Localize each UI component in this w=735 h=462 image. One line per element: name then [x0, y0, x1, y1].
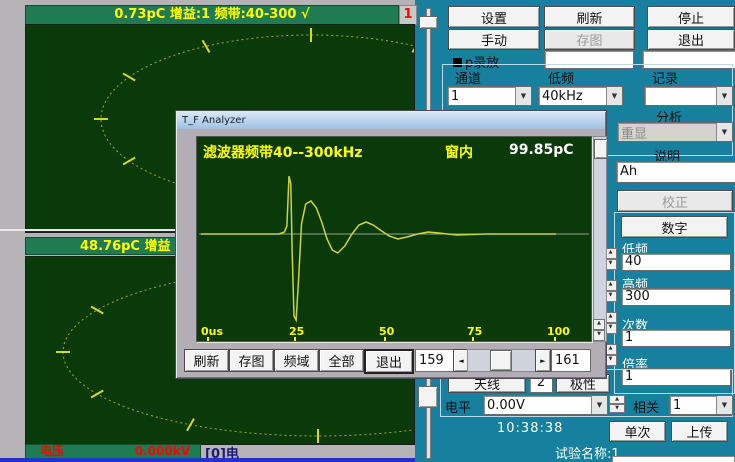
- clock: 10:38:38: [497, 421, 563, 436]
- channel-label: 通道: [455, 68, 481, 87]
- x-tickmark: [294, 337, 296, 341]
- stop-button[interactable]: 停止: [647, 6, 735, 28]
- single-shot-button[interactable]: 单次: [609, 421, 666, 442]
- save-image-button[interactable]: 存图: [544, 29, 635, 50]
- level-spinner[interactable]: ▲▼: [609, 395, 625, 413]
- scroll-right-value: 161: [551, 349, 591, 372]
- x-tick-100: 100: [547, 325, 570, 338]
- digital-button[interactable]: 数字: [621, 216, 728, 238]
- chevron-down-icon: ▼: [716, 87, 732, 105]
- chevron-down-icon: ▼: [515, 87, 531, 105]
- popup-refresh-button[interactable]: 刷新: [184, 349, 229, 372]
- x-tickmark: [207, 337, 209, 341]
- popup-freqdomain-button[interactable]: 频域: [274, 349, 319, 372]
- analysis-select[interactable]: 重显▼: [617, 122, 733, 142]
- record-select[interactable]: ▼: [644, 86, 733, 106]
- position-scrollbar-handle[interactable]: [490, 350, 512, 371]
- pd-analyzer-app: 0.73pC 增益:1 频带:40-300 √ 1 48.76pC 增益 电压 …: [0, 0, 735, 462]
- chevron-down-icon: ▼: [716, 123, 732, 141]
- channel-select[interactable]: 1▼: [447, 86, 532, 106]
- scope2-gain-slider-handle[interactable]: [418, 386, 438, 408]
- level-label: 电平: [445, 397, 471, 416]
- scroll-right-arrow[interactable]: ►: [535, 349, 551, 372]
- pulse-waveform: [197, 137, 591, 341]
- popup-save-button[interactable]: 存图: [229, 349, 274, 372]
- manual-button[interactable]: 手动: [448, 29, 540, 50]
- tf-analyzer-plot: 滤波器频带40--300kHz 窗内 99.85pC 0us 25 50 75 …: [196, 136, 592, 342]
- x-tickmark: [384, 337, 386, 341]
- tf-analyzer-titlebar[interactable]: T_F Analyzer: [177, 112, 605, 129]
- related-select[interactable]: 1▼: [669, 395, 733, 415]
- test-name-label: 试验名称:1: [555, 443, 620, 462]
- field-highfreq-input[interactable]: 300: [621, 288, 731, 306]
- field-lowfreq-input[interactable]: 40: [621, 253, 731, 271]
- exit-button[interactable]: 退出: [647, 29, 735, 50]
- vscroll-arrows[interactable]: ▲▼: [593, 319, 605, 341]
- level-select[interactable]: 0.00V▼: [483, 395, 608, 415]
- voltage-label: 电压: [40, 445, 64, 459]
- bottom-input-strip[interactable]: [612, 456, 735, 462]
- refresh-button[interactable]: 刷新: [544, 6, 635, 28]
- x-tick-75: 75: [467, 325, 482, 338]
- record-label: 记录: [652, 68, 678, 87]
- chevron-down-icon: ▼: [591, 396, 607, 414]
- voltage-value: 0.000kV: [135, 445, 190, 459]
- calibration-button[interactable]: 校正: [617, 190, 733, 212]
- popup-exit-button[interactable]: 退出: [364, 349, 414, 374]
- chevron-down-icon: ▼: [716, 396, 732, 414]
- vscroll-handle[interactable]: [594, 139, 608, 159]
- x-tickmark: [554, 337, 556, 341]
- position-scrollbar[interactable]: [467, 349, 537, 372]
- related-label: 相关: [633, 397, 659, 416]
- lowfreq-select[interactable]: 40kHz▼: [538, 86, 623, 106]
- x-tick-0: 0us: [201, 325, 223, 338]
- popup-all-button[interactable]: 全部: [319, 349, 364, 372]
- chevron-down-icon: ▼: [606, 87, 622, 105]
- field-count-input[interactable]: 1: [621, 329, 731, 347]
- upload-button[interactable]: 上传: [671, 421, 728, 442]
- description-field[interactable]: Ah: [616, 161, 735, 183]
- scope1-header: 0.73pC 增益:1 频带:40-300 √: [25, 5, 399, 25]
- scope1-gain-slider-handle[interactable]: [419, 16, 438, 29]
- x-tick-50: 50: [379, 325, 394, 338]
- settings-button[interactable]: 设置: [448, 6, 540, 28]
- bottom-window-edge: [0, 458, 415, 462]
- x-tick-25: 25: [289, 325, 304, 338]
- x-tickmark: [472, 337, 474, 341]
- tf-analyzer-window: T_F Analyzer 滤波器频带40--300kHz 窗内 99.85pC …: [175, 110, 607, 379]
- scope1-channel-badge: 1: [399, 5, 417, 25]
- plot-vertical-scrollbar[interactable]: ▲▼: [593, 136, 607, 342]
- lowfreq-label: 低频: [548, 68, 574, 87]
- scroll-left-value: 159: [415, 349, 455, 372]
